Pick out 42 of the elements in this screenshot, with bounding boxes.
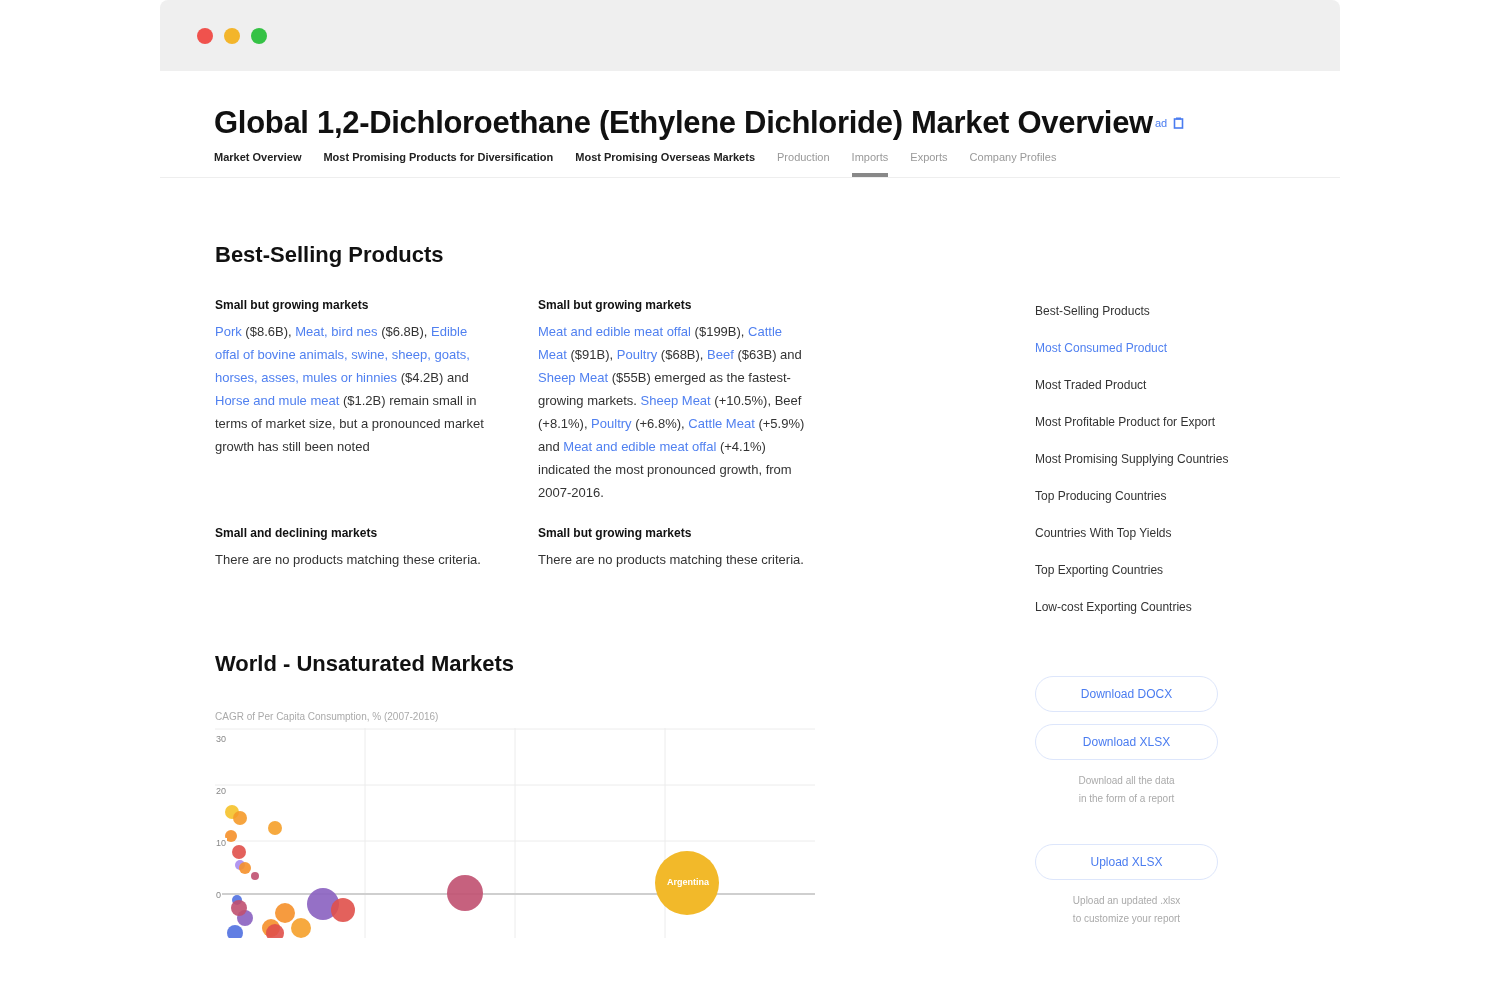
paragraph: Pork ($8.6B), Meat, bird nes ($6.8B), Edible offal of bovine animals, swine, sheep, goats, horses, asses, mules or hinnies ($4.2B) and Horse and mule meat ($1.2B) remain small in terms of market size, but a pronounced market growth has still been noted bbox=[215, 323, 485, 456]
axis-tick-label: 30 bbox=[215, 734, 227, 744]
bubble bbox=[655, 851, 719, 915]
sidebar-link[interactable]: Most Consumed Product bbox=[1035, 340, 1290, 357]
axis-tick-label: 0 bbox=[215, 890, 222, 900]
axis-tick-label: 10 bbox=[215, 838, 227, 848]
subsection-heading: Small and declining markets bbox=[215, 526, 379, 540]
note-text: to customize your report bbox=[1072, 912, 1181, 926]
sidebar-link[interactable]: Low-cost Exporting Countries bbox=[1035, 599, 1290, 616]
subsection-heading: Small but growing markets bbox=[215, 298, 370, 312]
section-heading: Best-Selling Products bbox=[215, 242, 445, 268]
download-link[interactable]: ad bbox=[1154, 117, 1168, 129]
note-text: in the form of a report bbox=[1078, 792, 1175, 806]
action-button[interactable]: Download DOCX bbox=[1035, 676, 1218, 712]
bubble-label: Argentina bbox=[667, 877, 709, 887]
note-text: Download all the data bbox=[1078, 774, 1175, 788]
paragraph: There are no products matching these criteria. bbox=[538, 551, 805, 569]
nav-tab[interactable]: Market Overview bbox=[214, 151, 302, 177]
subsection-heading: Small but growing markets bbox=[538, 526, 693, 540]
sidebar-link[interactable]: Most Traded Product bbox=[1035, 377, 1290, 394]
sidebar-link[interactable]: Most Promising Supplying Countries bbox=[1035, 451, 1290, 468]
page-title: Global 1,2-Dichloroethane (Ethylene Dichloride) Market Overview bbox=[214, 105, 1153, 141]
sidebar-link[interactable]: Most Profitable Product for Export bbox=[1035, 414, 1290, 431]
minimize-dot-icon[interactable] bbox=[224, 27, 240, 44]
sidebar-link[interactable]: Top Exporting Countries bbox=[1035, 562, 1290, 579]
close-dot-icon[interactable] bbox=[197, 27, 213, 44]
paragraph: There are no products matching these criteria. bbox=[215, 551, 482, 569]
sidebar-link[interactable]: Top Producing Countries bbox=[1035, 488, 1290, 505]
action-button[interactable]: Upload XLSX bbox=[1035, 844, 1218, 880]
sidebar-link[interactable]: Best-Selling Products bbox=[1035, 303, 1290, 320]
subsection-heading: Small but growing markets bbox=[538, 298, 693, 312]
nav-tab[interactable]: Most Promising Products for Diversification bbox=[323, 151, 554, 177]
chart-title: CAGR of Per Capita Consumption, % (2007-2016) bbox=[215, 711, 440, 722]
note-text: Upload an updated .xlsx bbox=[1072, 894, 1181, 908]
paragraph: Meat and edible meat offal ($199B), Cattle Meat ($91B), Poultry ($68B), Beef ($63B) and Sheep Meat ($55B) emerged as the fastest-growing markets. Sheep Meat (+10.5%), Beef (+8.1%), Poultry (+6.8%), Cattle Meat (+5.9%) and Meat and edible meat offal (+4.1%) indicated the most pronounced growth, from 2007-2016. bbox=[538, 323, 806, 502]
nav-tab[interactable]: Most Promising Overseas Markets bbox=[575, 151, 755, 177]
sidebar-link[interactable]: Countries With Top Yields bbox=[1035, 525, 1290, 542]
maximize-dot-icon[interactable] bbox=[251, 27, 267, 44]
axis-tick-label: 20 bbox=[215, 786, 227, 796]
section-heading: World - Unsaturated Markets bbox=[215, 651, 516, 677]
document-icon[interactable] bbox=[1173, 117, 1185, 129]
action-button[interactable]: Download XLSX bbox=[1035, 724, 1218, 760]
